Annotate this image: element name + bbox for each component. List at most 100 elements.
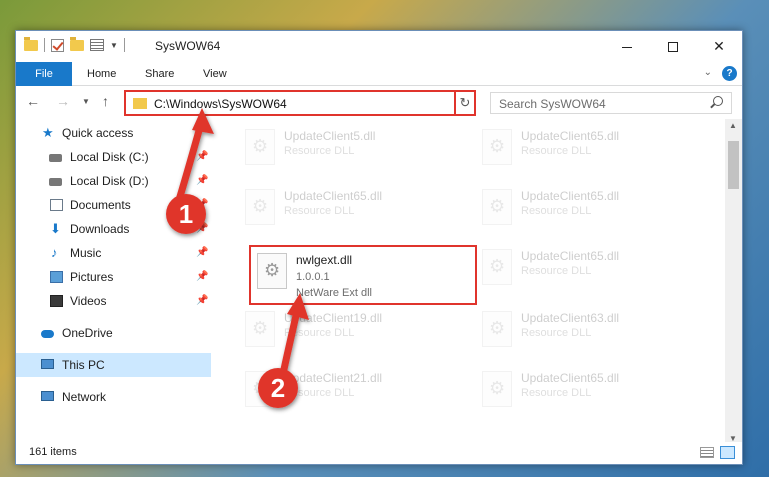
maximize-icon [668, 42, 678, 53]
refresh-button[interactable]: ↻ [454, 90, 476, 116]
search-icon[interactable] [713, 96, 723, 106]
tab-home[interactable]: Home [87, 62, 116, 86]
network-icon [41, 391, 54, 401]
sidebar-item-local-disk-c[interactable]: Local Disk (C:) 📌 [16, 145, 211, 169]
navigation-bar: ← → ▼ ↑ C:\Windows\SysWOW64 ⌄ ↻ Search S… [16, 87, 742, 117]
list-item[interactable]: UpdateClient65.dll Resource DLL [476, 181, 706, 237]
tab-share[interactable]: Share [145, 62, 174, 86]
new-folder-icon[interactable] [70, 36, 84, 51]
list-item-nwlgext-dll[interactable]: nwlgext.dll 1.0.0.1 NetWare Ext dll [249, 245, 477, 305]
music-note-icon: ♪ [51, 245, 58, 260]
pin-icon[interactable]: 📌 [196, 265, 208, 289]
sidebar-item-label: This PC [62, 358, 105, 372]
sidebar-item-label: Documents [70, 198, 131, 212]
address-path[interactable]: C:\Windows\SysWOW64 [154, 97, 287, 111]
sidebar-item-label: Music [70, 246, 102, 260]
sidebar-item-quick-access[interactable]: ★ Quick access [16, 121, 211, 145]
status-bar: 161 items [16, 442, 742, 464]
dll-file-icon [257, 253, 287, 289]
pin-icon[interactable]: 📌 [196, 193, 208, 217]
file-name: UpdateClient65.dll [284, 189, 383, 203]
help-button[interactable]: ? [722, 66, 737, 81]
sidebar-item-network[interactable]: Network [16, 385, 211, 409]
large-icons-view-icon[interactable] [720, 446, 735, 459]
file-list: UpdateClient5.dll Resource DLL UpdateCli… [221, 121, 726, 443]
sidebar-item-downloads[interactable]: ⬇ Downloads 📌 [16, 217, 211, 241]
star-icon: ★ [42, 125, 54, 140]
properties-check-icon[interactable] [51, 38, 64, 52]
pin-icon[interactable]: 📌 [196, 217, 208, 241]
dll-file-icon [245, 189, 275, 225]
folder-icon [133, 98, 147, 109]
file-description: Resource DLL [521, 205, 592, 217]
back-arrow-icon[interactable]: ← [26, 93, 40, 109]
up-arrow-icon[interactable]: ↑ [102, 93, 109, 109]
details-view-icon[interactable] [700, 447, 714, 458]
forward-arrow-icon[interactable]: → [56, 93, 70, 109]
quick-access-toolbar: ▼ [24, 36, 125, 52]
minimize-icon [622, 46, 632, 48]
sidebar-item-local-disk-d[interactable]: Local Disk (D:) 📌 [16, 169, 211, 193]
tab-file[interactable]: File [16, 62, 72, 86]
dll-file-icon [245, 311, 275, 347]
pin-icon[interactable]: 📌 [196, 145, 208, 169]
dll-file-icon [245, 129, 275, 165]
sidebar-item-pictures[interactable]: Pictures 📌 [16, 265, 211, 289]
dll-file-icon [482, 129, 512, 165]
pin-icon[interactable]: 📌 [196, 241, 208, 265]
file-name: UpdateClient5.dll [284, 129, 376, 143]
close-button[interactable]: ✕ [696, 31, 742, 61]
file-description: Resource DLL [521, 145, 592, 157]
list-item[interactable]: UpdateClient65.dll Resource DLL [476, 363, 706, 419]
videos-icon [50, 295, 63, 307]
list-item[interactable]: UpdateClient5.dll Resource DLL [239, 121, 469, 177]
maximize-button[interactable] [650, 31, 696, 61]
pictures-icon [50, 271, 63, 283]
file-description: Resource DLL [284, 327, 355, 339]
file-name: UpdateClient21.dll [284, 371, 383, 385]
properties-icon[interactable] [90, 39, 104, 51]
sidebar-item-music[interactable]: ♪ Music 📌 [16, 241, 211, 265]
list-item[interactable]: UpdateClient19.dll Resource DLL [239, 303, 469, 359]
minimize-button[interactable] [604, 31, 650, 61]
file-name: UpdateClient65.dll [521, 371, 620, 385]
drive-icon [49, 178, 62, 186]
list-item[interactable]: UpdateClient65.dll Resource DLL [476, 121, 706, 177]
search-input[interactable]: Search SysWOW64 [490, 92, 732, 114]
list-item[interactable]: UpdateClient65.dll Resource DLL [239, 181, 469, 237]
scrollbar-thumb[interactable] [728, 141, 739, 189]
computer-icon [41, 359, 54, 369]
customize-toolbar-chevron-icon[interactable]: ▼ [110, 41, 118, 50]
list-item[interactable]: UpdateClient65.dll Resource DLL [476, 241, 706, 297]
scroll-up-arrow-icon[interactable]: ▲ [729, 121, 737, 130]
download-arrow-icon: ⬇ [50, 221, 61, 236]
window-title: SysWOW64 [155, 39, 221, 53]
sidebar-item-this-pc[interactable]: This PC [16, 353, 211, 377]
list-item[interactable]: UpdateClient21.dll Resource DLL [239, 363, 469, 419]
explorer-window: ▼ SysWOW64 ✕ File Home Share View ⌄ ? ← … [15, 30, 743, 465]
list-item[interactable]: UpdateClient63.dll Resource DLL [476, 303, 706, 359]
file-description: Resource DLL [284, 145, 355, 157]
documents-icon [50, 199, 63, 211]
pin-icon[interactable]: 📌 [196, 169, 208, 193]
vertical-scrollbar[interactable]: ▲ ▼ [725, 119, 742, 445]
tab-view[interactable]: View [203, 62, 227, 86]
toolbar-divider [44, 38, 45, 52]
file-description: Resource DLL [521, 387, 592, 399]
file-name: UpdateClient65.dll [521, 249, 620, 263]
navigation-pane: ★ Quick access Local Disk (C:) 📌 Local D… [16, 121, 211, 441]
file-name: nwlgext.dll [296, 253, 353, 267]
expand-ribbon-chevron-icon[interactable]: ⌄ [704, 67, 712, 78]
recent-locations-chevron-icon[interactable]: ▼ [82, 97, 90, 106]
sidebar-item-videos[interactable]: Videos 📌 [16, 289, 211, 313]
cloud-icon [41, 330, 54, 338]
file-version: 1.0.0.1 [296, 271, 330, 283]
address-bar[interactable]: C:\Windows\SysWOW64 ⌄ [124, 90, 475, 116]
drive-icon [49, 154, 62, 162]
sidebar-item-documents[interactable]: Documents 📌 [16, 193, 211, 217]
sidebar-item-label: OneDrive [62, 326, 113, 340]
sidebar-item-onedrive[interactable]: OneDrive [16, 321, 211, 345]
pin-icon[interactable]: 📌 [196, 289, 208, 313]
sidebar-item-label: Network [62, 390, 107, 404]
search-placeholder: Search SysWOW64 [499, 97, 606, 111]
